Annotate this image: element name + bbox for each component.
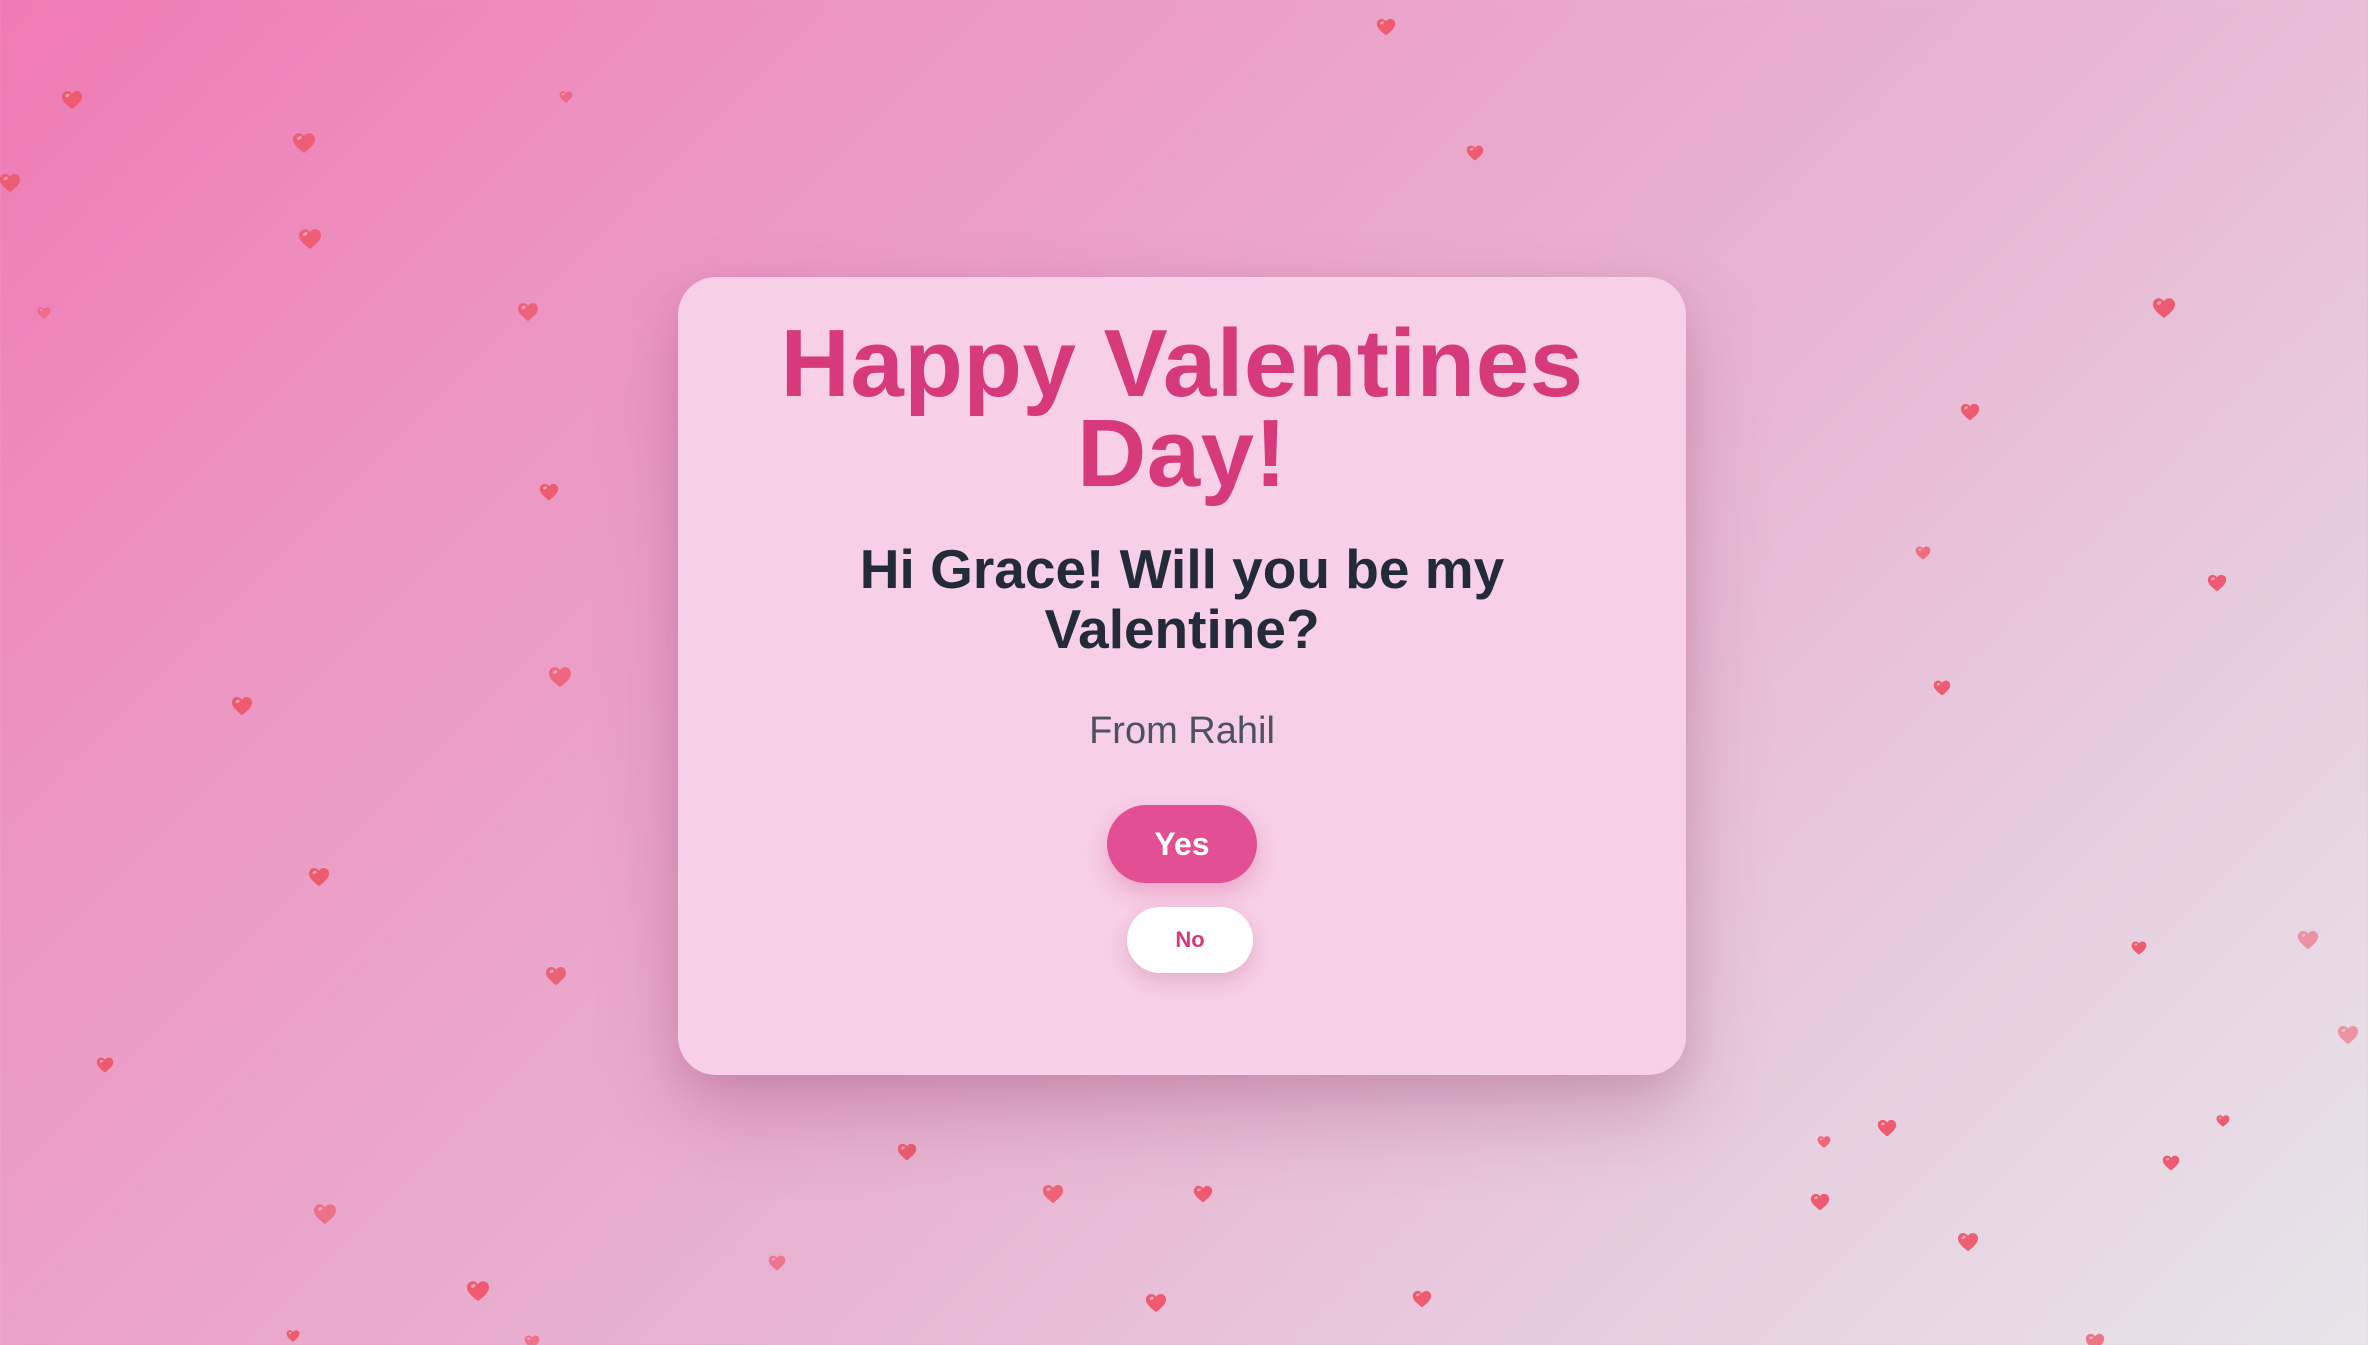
heart-icon <box>1193 1184 1213 1204</box>
question-line-1: Hi Grace! Will you be my <box>859 538 1505 600</box>
heart-icon <box>768 1254 786 1272</box>
heart-icon <box>0 172 21 194</box>
heart-icon <box>292 131 316 155</box>
sender-signature: From Rahil <box>1089 710 1275 752</box>
title-line-2: Day! <box>1076 400 1288 507</box>
heart-icon <box>1042 1183 1064 1205</box>
heart-icon <box>2297 929 2319 951</box>
no-button[interactable]: No <box>1127 907 1253 973</box>
heart-icon <box>1817 1135 1831 1149</box>
heart-icon <box>37 306 51 320</box>
heart-icon <box>2337 1024 2359 1046</box>
heart-icon <box>2152 296 2176 320</box>
heart-icon <box>1145 1292 1167 1314</box>
heart-icon <box>313 1202 337 1226</box>
heart-icon <box>1957 1231 1979 1253</box>
heart-icon <box>2131 940 2147 956</box>
title-line-1: Happy Valentines <box>780 310 1584 417</box>
heart-icon <box>2207 573 2227 593</box>
heart-icon <box>2216 1114 2230 1128</box>
heart-icon <box>1915 545 1931 561</box>
heart-icon <box>96 1056 114 1074</box>
heart-icon <box>61 89 83 111</box>
heart-icon <box>524 1334 540 1345</box>
heart-icon <box>1933 679 1951 697</box>
valentine-question: Hi Grace! Will you be my Valentine? <box>678 539 1686 659</box>
page-title: Happy Valentines Day! <box>678 310 1686 507</box>
heart-icon <box>539 482 559 502</box>
heart-icon <box>2162 1154 2180 1172</box>
heart-icon <box>1810 1192 1830 1212</box>
heart-icon <box>897 1142 917 1162</box>
heart-icon <box>559 90 573 104</box>
heart-icon <box>2085 1332 2105 1345</box>
question-line-2: Valentine? <box>1044 598 1320 660</box>
heart-icon <box>1960 402 1980 422</box>
heart-icon <box>1466 144 1484 162</box>
heart-icon <box>545 965 567 987</box>
heart-icon <box>1412 1289 1432 1309</box>
heart-icon <box>231 695 253 717</box>
heart-icon <box>1376 17 1396 37</box>
heart-icon <box>308 866 330 888</box>
heart-icon <box>298 227 322 251</box>
heart-icon <box>1877 1118 1897 1138</box>
heart-icon <box>548 665 572 689</box>
heart-icon <box>286 1329 300 1343</box>
yes-button[interactable]: Yes <box>1107 805 1257 883</box>
valentine-card: Happy Valentines Day! Hi Grace! Will you… <box>678 277 1686 1075</box>
heart-icon <box>517 301 539 323</box>
heart-icon <box>466 1279 490 1303</box>
